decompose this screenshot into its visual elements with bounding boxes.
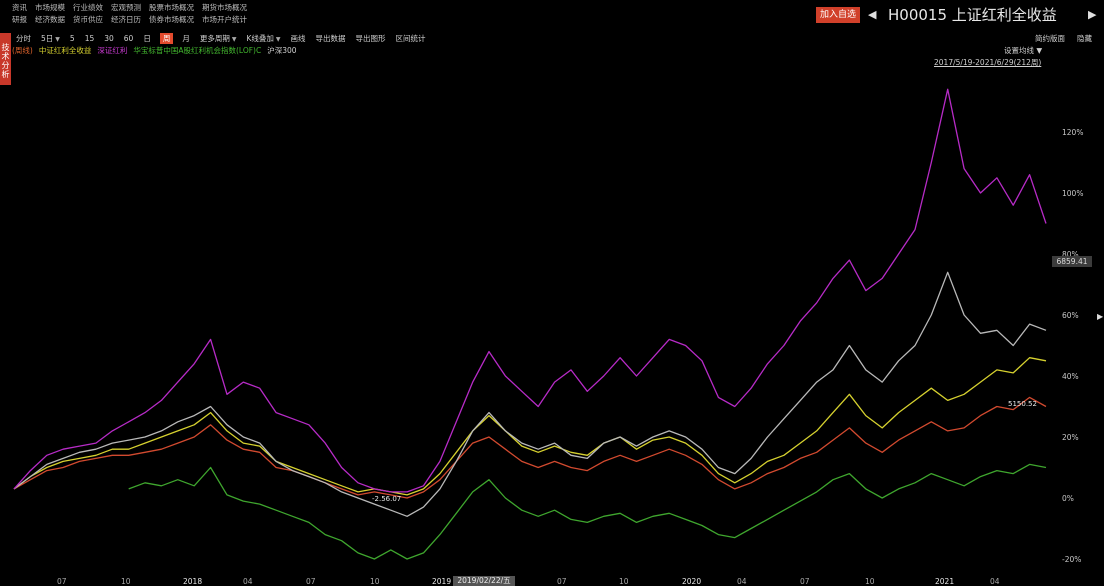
chevron-down-icon: ▼ <box>275 35 281 43</box>
menu-item[interactable]: 宏观预测 <box>111 2 141 14</box>
menu-item[interactable]: 市场开户统计 <box>202 14 247 26</box>
next-arrow-icon[interactable]: ▶ <box>1088 6 1096 24</box>
chevron-down-icon: ▼ <box>231 35 237 43</box>
menu-item[interactable]: 股票市场概况 <box>149 2 194 14</box>
x-tick-label: 04 <box>990 577 1000 586</box>
chart-svg: 120%100%80%60%40%20%0%-20%-2.56.075150.5… <box>13 88 1083 586</box>
y-tick-label: 60% <box>1062 311 1079 320</box>
chart-annotation: -2.56.07 <box>372 495 401 503</box>
x-tick-label: 07 <box>57 577 67 586</box>
x-tick-label: 2018 <box>183 577 202 586</box>
period-button[interactable]: 日 <box>142 33 152 44</box>
simple-layout-button[interactable]: 简约版面 <box>1035 33 1065 44</box>
period-label: 分时 <box>16 34 31 43</box>
add-to-watchlist-button[interactable]: 加入自选 <box>816 7 860 23</box>
y-tick-label: 40% <box>1062 372 1079 381</box>
period-label: 30 <box>104 34 114 43</box>
period-button[interactable]: 导出数据 <box>315 33 347 44</box>
page-title: H00015 上证红利全收益 <box>888 6 1057 24</box>
period-label: K线叠加 <box>246 33 274 43</box>
x-tick-label: 10 <box>865 577 875 586</box>
x-tick-label: 04 <box>737 577 747 586</box>
x-tick-label: 04 <box>243 577 253 586</box>
menu-item[interactable]: 经济日历 <box>111 14 141 26</box>
x-tick-label: 10 <box>619 577 629 586</box>
menu-item[interactable]: 行业绩效 <box>73 2 103 14</box>
menu-item[interactable]: 市场规模 <box>35 2 65 14</box>
right-tools: 简约版面 隐藏 <box>1035 33 1092 44</box>
menu-item[interactable]: 债券市场概况 <box>149 14 194 26</box>
period-button[interactable]: 画线 <box>290 33 307 44</box>
period-button[interactable]: 15 <box>84 33 96 44</box>
x-tick-label: 10 <box>370 577 380 586</box>
period-button[interactable]: 导出图形 <box>355 33 387 44</box>
chart-legend: (周线) 中证红利全收益 深证红利 华宝标普中国A股红利机会指数(LOF)C 沪深300 <box>12 46 297 56</box>
x-tick-label: 10 <box>121 577 131 586</box>
legend-entry[interactable]: 深证红利 <box>97 46 127 56</box>
period-label: 更多周期 <box>199 33 230 43</box>
legend-entry[interactable]: (周线) <box>12 46 33 56</box>
period-button[interactable]: 区间统计 <box>395 33 427 44</box>
x-tick-label: 07 <box>800 577 810 586</box>
line-chart[interactable]: 120% 100% 80% 60% 40% 20% 0% -20% -2.56.07 5150.5… <box>0 60 1104 586</box>
series-line <box>128 463 1047 560</box>
y-tick-label: 0% <box>1062 494 1074 503</box>
y-tick-label: 120% <box>1062 128 1083 137</box>
period-label: 月 <box>182 34 190 43</box>
period-label: 5 <box>69 34 75 43</box>
top-menu-row-2: 研报 经济数据 货币供应 经济日历 债券市场概况 市场开户统计 <box>12 14 247 26</box>
x-tick-label: 07 <box>306 577 316 586</box>
period-label: 周 <box>162 34 171 43</box>
period-button[interactable]: 5 <box>69 33 76 44</box>
menu-item[interactable]: 期货市场概况 <box>202 2 247 14</box>
chevron-down-icon: ▼ <box>55 35 60 43</box>
menu-item[interactable]: 货币供应 <box>73 14 103 26</box>
y-tick-label: 100% <box>1062 189 1083 198</box>
period-button[interactable]: 5日 ▼ <box>40 33 61 45</box>
legend-entry[interactable]: 中证红利全收益 <box>39 46 92 56</box>
period-button[interactable]: 30 <box>103 33 115 44</box>
crosshair-date-tag: 2019/02/22/五 <box>453 576 515 586</box>
period-button[interactable]: 更多周期 ▼ <box>199 33 238 45</box>
period-button[interactable]: 周 <box>159 33 174 44</box>
x-tick-label: 2021 <box>935 577 954 586</box>
period-label: 日 <box>143 34 151 43</box>
expand-arrow-icon[interactable]: ▶ <box>1097 312 1103 321</box>
y-tick-label: 20% <box>1062 433 1079 442</box>
series-line <box>13 88 1047 493</box>
period-button[interactable]: 月 <box>181 33 191 44</box>
prev-arrow-icon[interactable]: ◀ <box>868 6 876 24</box>
period-toolbar: 分时 5日 ▼ 5 15 30 60 日周月更多周期 ▼ K线叠加 ▼ 画线 导出数据 导出图形 区间统计 <box>15 33 427 44</box>
period-button[interactable]: 60 <box>123 33 135 44</box>
moving-average-setting[interactable]: 设置均线 ▼ <box>1004 46 1042 56</box>
series-line <box>13 271 1047 517</box>
period-label: 5日 <box>41 33 54 43</box>
period-label: 区间统计 <box>395 34 426 43</box>
period-button[interactable]: 分时 <box>15 33 32 44</box>
legend-entry[interactable]: 华宝标普中国A股红利机会指数(LOF)C <box>133 46 261 56</box>
hide-button[interactable]: 隐藏 <box>1077 33 1092 44</box>
x-tick-label: 07 <box>557 577 567 586</box>
period-label: 导出数据 <box>315 34 346 43</box>
legend-entry[interactable]: 沪深300 <box>267 46 296 56</box>
menu-item[interactable]: 经济数据 <box>35 14 65 26</box>
y-tick-label: -20% <box>1062 555 1081 564</box>
period-button[interactable]: K线叠加 ▼ <box>245 33 281 45</box>
period-label: 15 <box>84 34 95 43</box>
period-label: 60 <box>123 34 134 43</box>
menu-item[interactable]: 研报 <box>12 14 27 26</box>
period-label: 画线 <box>290 34 306 43</box>
chart-annotation: 5150.52 <box>1008 400 1037 408</box>
price-tag: 6859.41 <box>1052 256 1092 267</box>
period-label: 导出图形 <box>355 34 386 43</box>
top-menu-row-1: 资讯 市场规模 行业绩效 宏观预测 股票市场概况 期货市场概况 <box>12 2 247 14</box>
x-tick-label: 2020 <box>682 577 701 586</box>
x-tick-label: 2019 <box>432 577 451 586</box>
menu-item[interactable]: 资讯 <box>12 2 27 14</box>
